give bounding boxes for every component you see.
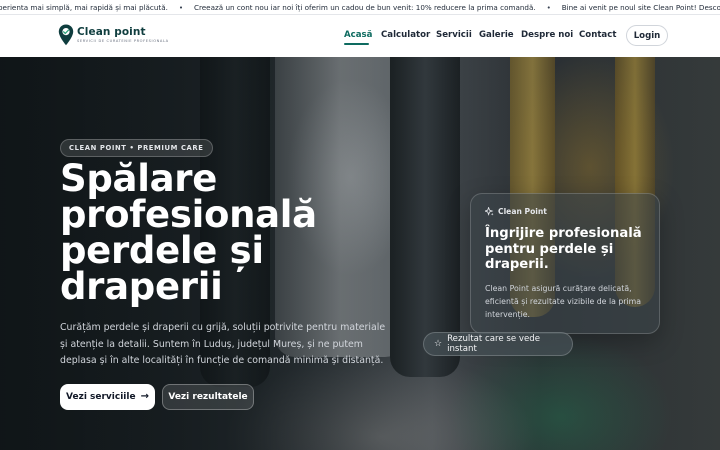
announcement-ticker: perienta mai simplă, mai rapidă și mai p… xyxy=(0,0,720,15)
ticker-item: Creează un cont nou iar noi îți oferim u… xyxy=(193,3,536,12)
logo[interactable]: Clean point servicii de curatenie profes… xyxy=(58,24,169,46)
nav-about[interactable]: Despre noi xyxy=(521,30,573,40)
site-header: Clean point servicii de curatenie profes… xyxy=(0,15,720,57)
nav-gallery[interactable]: Galerie xyxy=(479,30,514,40)
logo-tagline: servicii de curatenie profesionala xyxy=(77,39,169,43)
login-button[interactable]: Login xyxy=(626,25,668,46)
ticker-separator: • xyxy=(546,3,551,12)
nav-home[interactable]: Acasă xyxy=(344,30,372,40)
card-badge: Clean Point xyxy=(485,207,547,216)
card-text: Clean Point asigură curățare delicată, e… xyxy=(485,284,642,319)
arrow-right-icon: → xyxy=(140,391,149,402)
sparkle-icon xyxy=(485,207,494,216)
hero-title: Spălare profesională perdele și draperii xyxy=(60,157,317,308)
card-title: Îngrijire profesională pentru perdele și… xyxy=(485,226,642,272)
ticker-item: perienta mai simplă, mai rapidă și mai p… xyxy=(0,3,168,12)
hero-section: CLEAN POINT • PREMIUM CARE Spălare profe… xyxy=(0,57,720,450)
nav-active-indicator xyxy=(344,43,369,45)
star-icon: ☆ xyxy=(434,338,443,349)
result-pill-label: Rezultat care se vede instant xyxy=(447,334,540,354)
card-badge-label: Clean Point xyxy=(498,207,547,216)
ticker-separator: • xyxy=(178,3,184,12)
nav-services[interactable]: Servicii xyxy=(436,30,472,40)
hero-eyebrow-pill: CLEAN POINT • PREMIUM CARE xyxy=(60,139,213,157)
view-results-button[interactable]: Vezi rezultatele xyxy=(162,384,254,410)
ticker-item: Bine ai venit pe noul site Clean Point! … xyxy=(561,3,720,12)
nav-contact[interactable]: Contact xyxy=(579,30,616,40)
nav-calculator[interactable]: Calculator xyxy=(381,30,430,40)
location-pin-icon xyxy=(58,24,74,46)
logo-name: Clean point xyxy=(77,26,146,38)
view-services-button[interactable]: Vezi serviciile → xyxy=(60,384,155,410)
info-card: Clean Point Îngrijire profesională pentr… xyxy=(470,193,660,334)
hero-description: Curățăm perdele și draperii cu grijă, so… xyxy=(60,322,386,366)
view-services-label: Vezi serviciile xyxy=(66,392,136,402)
result-pill: ☆ Rezultat care se vede instant xyxy=(423,332,573,356)
